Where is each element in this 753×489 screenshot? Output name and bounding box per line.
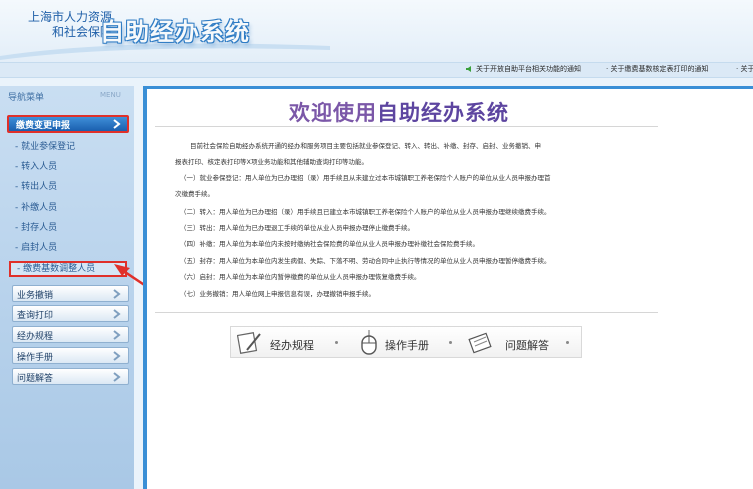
sidebar-item-transfer-out[interactable]: - 转出人员 — [9, 179, 125, 195]
notice-link-3[interactable]: · 关于 — [736, 64, 753, 74]
separator-dot — [449, 341, 452, 344]
intro-paragraph-cont: 报表打印、核定表打印等X项业务功能和其他辅助查询打印等功能。 — [175, 158, 368, 166]
sidebar-group-label: 经办规程 — [17, 332, 54, 342]
chevron-right-icon — [113, 119, 121, 129]
notice-link-2[interactable]: · 关于缴费基数核定表打印的通知 — [606, 64, 708, 74]
system-title: 自助经办系统 — [100, 18, 250, 46]
chevron-right-icon — [113, 309, 121, 319]
chevron-right-icon — [113, 372, 121, 382]
quick-link-manual[interactable]: 操作手册 — [385, 337, 429, 353]
item-1: （一）就业参保登记：用人单位为已办理招（录）用手续且从未建立过本市城镇职工养老保… — [180, 174, 551, 182]
item-7: （七）业务撤销：用人单位网上申报信息有误，办理撤销申报手续。 — [180, 290, 375, 298]
welcome-prefix: 欢迎使用 — [289, 101, 377, 125]
sidebar-title: 导航菜单 — [8, 93, 45, 103]
sidebar-item-back-payment[interactable]: - 补缴人员 — [9, 200, 125, 216]
sidebar-item-label: 缴费基数调整人员 — [23, 264, 96, 274]
sidebar-group-label: 问题解答 — [17, 374, 54, 384]
sidebar-item-employment-registration[interactable]: - 就业参保登记 — [9, 139, 125, 155]
item-2: （二）转入：用人单位为已办理招（录）用手续且已建立本市城镇职工养老保险个人账户的… — [180, 208, 551, 216]
sidebar-item-seal[interactable]: - 封存人员 — [9, 220, 125, 236]
sidebar-group-payment-change-label: 缴费变更申报 — [16, 121, 71, 131]
welcome-suffix: 自助经办系统 — [377, 101, 509, 125]
notice-link-1[interactable]: 关于开放自助平台相关功能的通知 — [476, 64, 581, 74]
quick-link-procedures[interactable]: 经办规程 — [270, 337, 314, 353]
sidebar-item-label: 启封人员 — [21, 243, 58, 253]
divider — [155, 126, 658, 127]
sidebar-item-label: 转入人员 — [21, 162, 58, 172]
welcome-heading: 欢迎使用自助经办系统 — [289, 97, 509, 127]
sidebar-item-unseal[interactable]: - 启封人员 — [9, 240, 125, 256]
separator-dot — [566, 341, 569, 344]
notice-link-3-label: 关于 — [740, 65, 753, 73]
sidebar-menu-tag: MENU — [100, 91, 121, 99]
chevron-right-icon — [113, 330, 121, 340]
pen-document-icon — [237, 332, 261, 354]
sidebar-item-label: 就业参保登记 — [21, 142, 76, 152]
item-5: （五）封存：用人单位为本单位内发生病假、失踪、下落不明、劳动合同中止执行等情况的… — [180, 257, 551, 265]
item-6: （六）启封：用人单位为本单位内暂停缴费的单位从业人员申报办理恢复缴费手续。 — [180, 273, 421, 281]
org-name: 上海市人力资源 和社会保障 — [12, 10, 112, 40]
org-name-line1: 上海市人力资源 — [27, 10, 112, 24]
item-4: （四）补缴：用人单位为本单位内未按时缴纳社会保险费的单位从业人员申报办理补缴社会… — [180, 240, 479, 248]
sidebar-group-label: 查询打印 — [17, 311, 54, 321]
mouse-icon — [361, 329, 377, 355]
sidebar-group-label: 业务撤销 — [17, 291, 54, 301]
quick-link-faq[interactable]: 问题解答 — [505, 337, 549, 353]
sidebar-group-label: 操作手册 — [17, 353, 54, 363]
org-name-line2: 和社会保障 — [51, 25, 112, 39]
speaker-icon — [466, 66, 471, 72]
divider — [155, 312, 658, 313]
notepad-icon — [468, 332, 492, 354]
sidebar-item-transfer-in[interactable]: - 转入人员 — [9, 159, 125, 175]
sidebar-item-label: 转出人员 — [21, 182, 58, 192]
separator-dot — [335, 341, 338, 344]
notice-link-2-label: 关于缴费基数核定表打印的通知 — [610, 65, 709, 73]
sidebar-item-label: 封存人员 — [21, 223, 58, 233]
chevron-right-icon — [113, 289, 121, 299]
sidebar-item-label: 补缴人员 — [21, 203, 58, 213]
item-3: （三）转出：用人单位为已办理退工手续的单位从业人员申报办理停止缴费手续。 — [180, 224, 414, 232]
intro-paragraph: 目前社会保险自助经办系统开通的经办和服务项目主要包括就业参保登记、转入、转出、补… — [190, 142, 541, 150]
item-1-cont: 次缴费手续。 — [175, 190, 214, 198]
chevron-right-icon — [113, 351, 121, 361]
